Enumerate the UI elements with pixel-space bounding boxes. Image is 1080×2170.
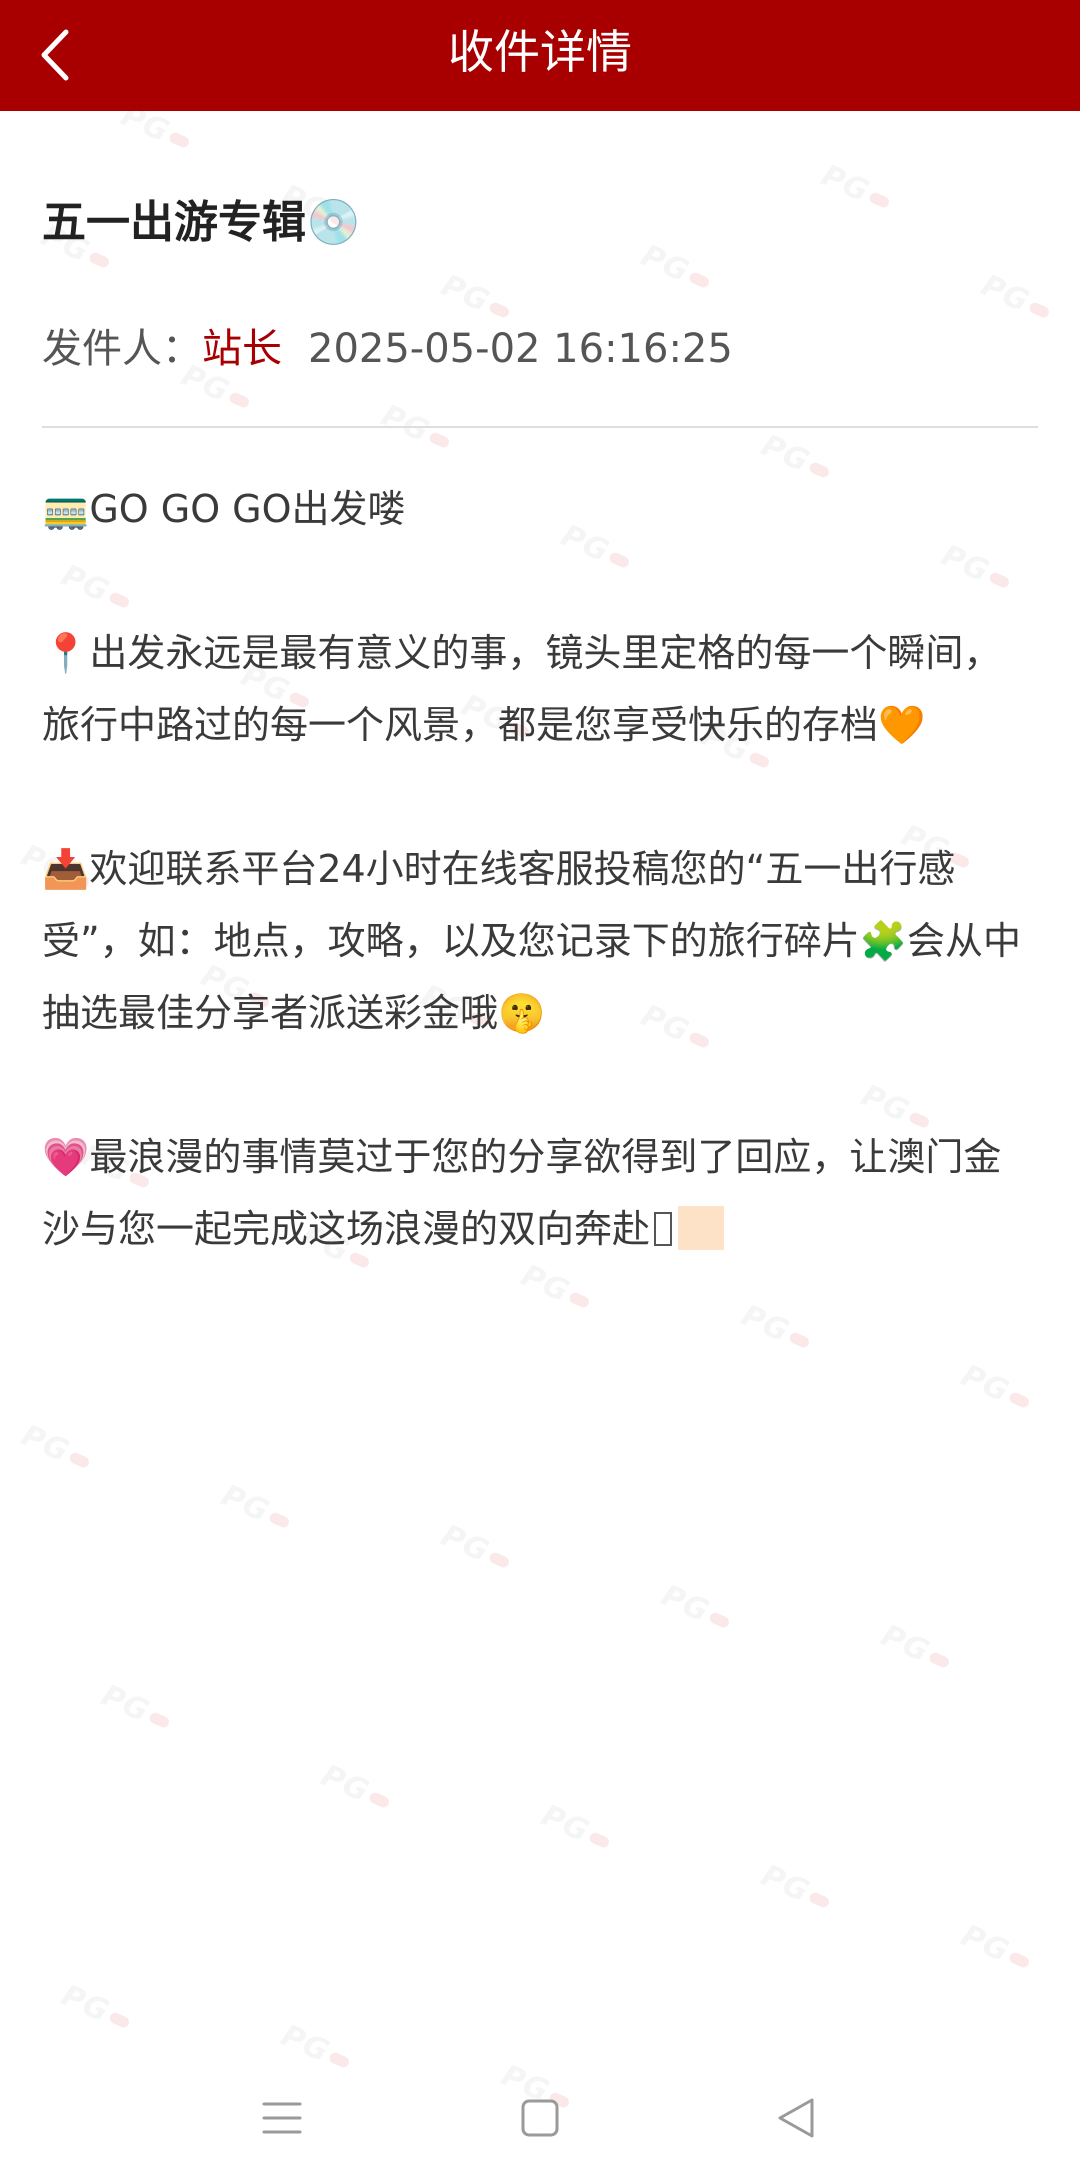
message-body: 🚃GO GO GO出发喽 📍出发永远是最有意义的事，镜头里定格的每一个瞬间，旅行…: [42, 473, 1038, 1265]
nav-menu-button[interactable]: [252, 2088, 312, 2148]
watermark-mark: PG: [636, 238, 716, 299]
watermark-mark: PG: [816, 158, 896, 219]
paragraph-1: 🚃GO GO GO出发喽: [42, 487, 406, 531]
watermark-mark: PG: [656, 1578, 736, 1639]
watermark-mark: PG: [756, 1858, 836, 1919]
square-home-icon: [521, 2099, 559, 2137]
watermark-mark: PG: [436, 1518, 516, 1579]
watermark-mark: PG: [516, 1258, 596, 1319]
watermark-mark: PG: [316, 1758, 396, 1819]
message-time: 2025-05-02 16:16:25: [308, 326, 733, 372]
nav-home-button[interactable]: [510, 2088, 570, 2148]
divider: [42, 426, 1038, 428]
paragraph-4-text: 💗最浪漫的事情莫过于您的分享欲得到了回应，让澳门金沙与您一起完成这场浪漫的双向奔…: [42, 1135, 1002, 1251]
missing-glyph-box: [654, 1212, 673, 1246]
watermark-mark: PG: [536, 1798, 616, 1859]
watermark-mark: PG: [376, 398, 456, 459]
sender-label: 发件人：: [42, 326, 202, 372]
message-meta: 发件人：站长 2025-05-02 16:16:25: [42, 322, 733, 376]
watermark-mark: PG: [216, 1478, 296, 1539]
triangle-back-icon: [778, 2098, 814, 2138]
message-title: 五一出游专辑💿: [42, 197, 361, 248]
watermark-mark: PG: [96, 1678, 176, 1739]
page-title: 收件详情: [448, 25, 632, 79]
app-header: 收件详情: [0, 0, 1080, 111]
mail-detail-page: PG PG PG PG PG PG PG PG PG PG PG PG PG PG PG PG PG PG PG PG…: [0, 0, 1080, 2170]
watermark-mark: PG: [876, 1618, 956, 1679]
watermark-mark: PG: [436, 268, 516, 329]
watermark-mark: PG: [16, 1418, 96, 1479]
sender-name: 站长: [202, 326, 282, 372]
paragraph-2: 📍出发永远是最有意义的事，镜头里定格的每一个瞬间，旅行中路过的每一个风景，都是您…: [42, 631, 1002, 747]
paragraph-3: 📥欢迎联系平台24小时在线客服投稿您的“五一出行感受”，如：地点，攻略，以及您记…: [42, 847, 1022, 1035]
watermark-mark: PG: [976, 268, 1056, 329]
paragraph-4: 💗最浪漫的事情莫过于您的分享欲得到了回应，让澳门金沙与您一起完成这场浪漫的双向奔…: [42, 1121, 1038, 1265]
nav-back-button[interactable]: [766, 2088, 826, 2148]
watermark-mark: PG: [56, 1978, 136, 2039]
system-nav-bar: [0, 2060, 1080, 2170]
skin-tone-swatch: [678, 1206, 725, 1250]
menu-icon: [262, 2102, 302, 2134]
watermark-mark: PG: [956, 1358, 1036, 1419]
watermark-mark: PG: [736, 1298, 816, 1359]
watermark-mark: PG: [956, 1918, 1036, 1979]
